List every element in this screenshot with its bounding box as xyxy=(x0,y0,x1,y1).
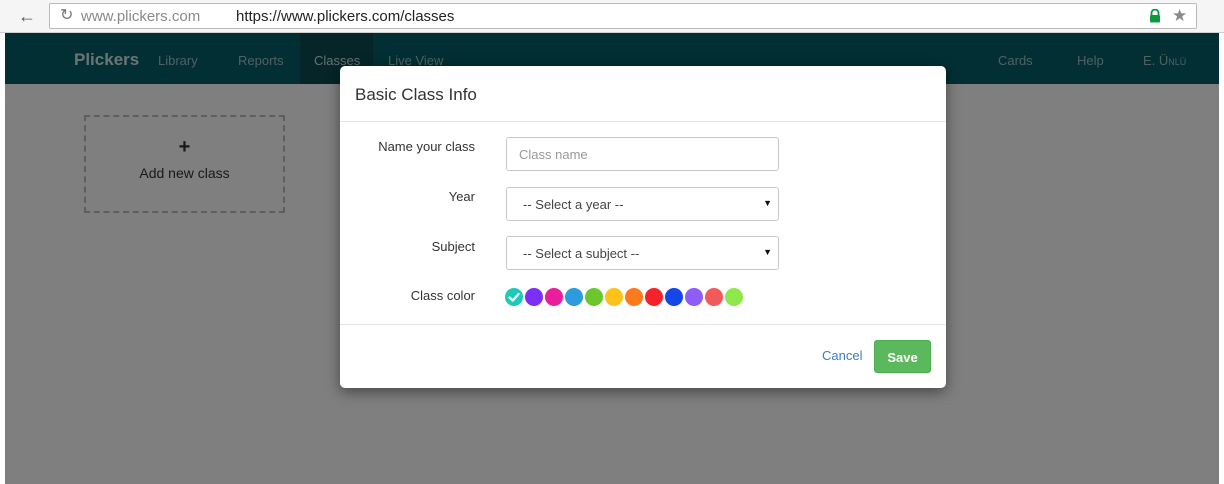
chevron-down-icon: ▼ xyxy=(763,198,772,208)
subject-select-value: -- Select a subject -- xyxy=(523,246,640,261)
chevron-down-icon: ▼ xyxy=(763,247,772,257)
class-name-input[interactable] xyxy=(506,137,779,171)
color-swatch[interactable] xyxy=(625,288,643,306)
class-name-label: Name your class xyxy=(378,139,475,154)
color-swatch[interactable] xyxy=(705,288,723,306)
modal-footer-divider xyxy=(340,324,946,325)
class-color-label: Class color xyxy=(410,288,475,303)
subject-label: Subject xyxy=(431,239,475,254)
color-swatch[interactable] xyxy=(645,288,663,306)
cancel-button[interactable]: Cancel xyxy=(822,348,862,363)
color-swatch[interactable] xyxy=(605,288,623,306)
check-icon xyxy=(508,292,520,302)
subject-select[interactable]: -- Select a subject -- ▼ xyxy=(506,236,779,270)
color-swatch[interactable] xyxy=(685,288,703,306)
star-icon[interactable]: ★ xyxy=(1172,5,1187,27)
color-swatch[interactable] xyxy=(725,288,743,306)
year-label: Year xyxy=(448,189,475,204)
url-text[interactable]: https://www.plickers.com/classes xyxy=(236,8,454,26)
modal-title: Basic Class Info xyxy=(355,85,477,104)
basic-class-info-modal: Basic Class Info Name your class Year --… xyxy=(340,66,946,388)
reload-icon[interactable]: ↻ xyxy=(60,6,73,26)
modal-header-divider xyxy=(340,121,946,122)
color-swatch[interactable] xyxy=(585,288,603,306)
color-swatch[interactable] xyxy=(505,288,523,306)
back-arrow-icon[interactable]: ← xyxy=(17,5,37,27)
color-swatch[interactable] xyxy=(525,288,543,306)
color-swatch[interactable] xyxy=(665,288,683,306)
color-swatch[interactable] xyxy=(565,288,583,306)
browser-toolbar: ← ↻ www.plickers.com https://www.plicker… xyxy=(0,0,1224,33)
year-select[interactable]: -- Select a year -- ▼ xyxy=(506,187,779,221)
url-domain: www.plickers.com xyxy=(81,8,201,25)
address-bar[interactable]: ↻ www.plickers.com https://www.plickers.… xyxy=(49,3,1197,29)
color-swatch[interactable] xyxy=(545,288,563,306)
year-select-value: -- Select a year -- xyxy=(523,197,624,212)
lock-icon xyxy=(1150,9,1160,23)
save-button[interactable]: Save xyxy=(874,340,931,373)
